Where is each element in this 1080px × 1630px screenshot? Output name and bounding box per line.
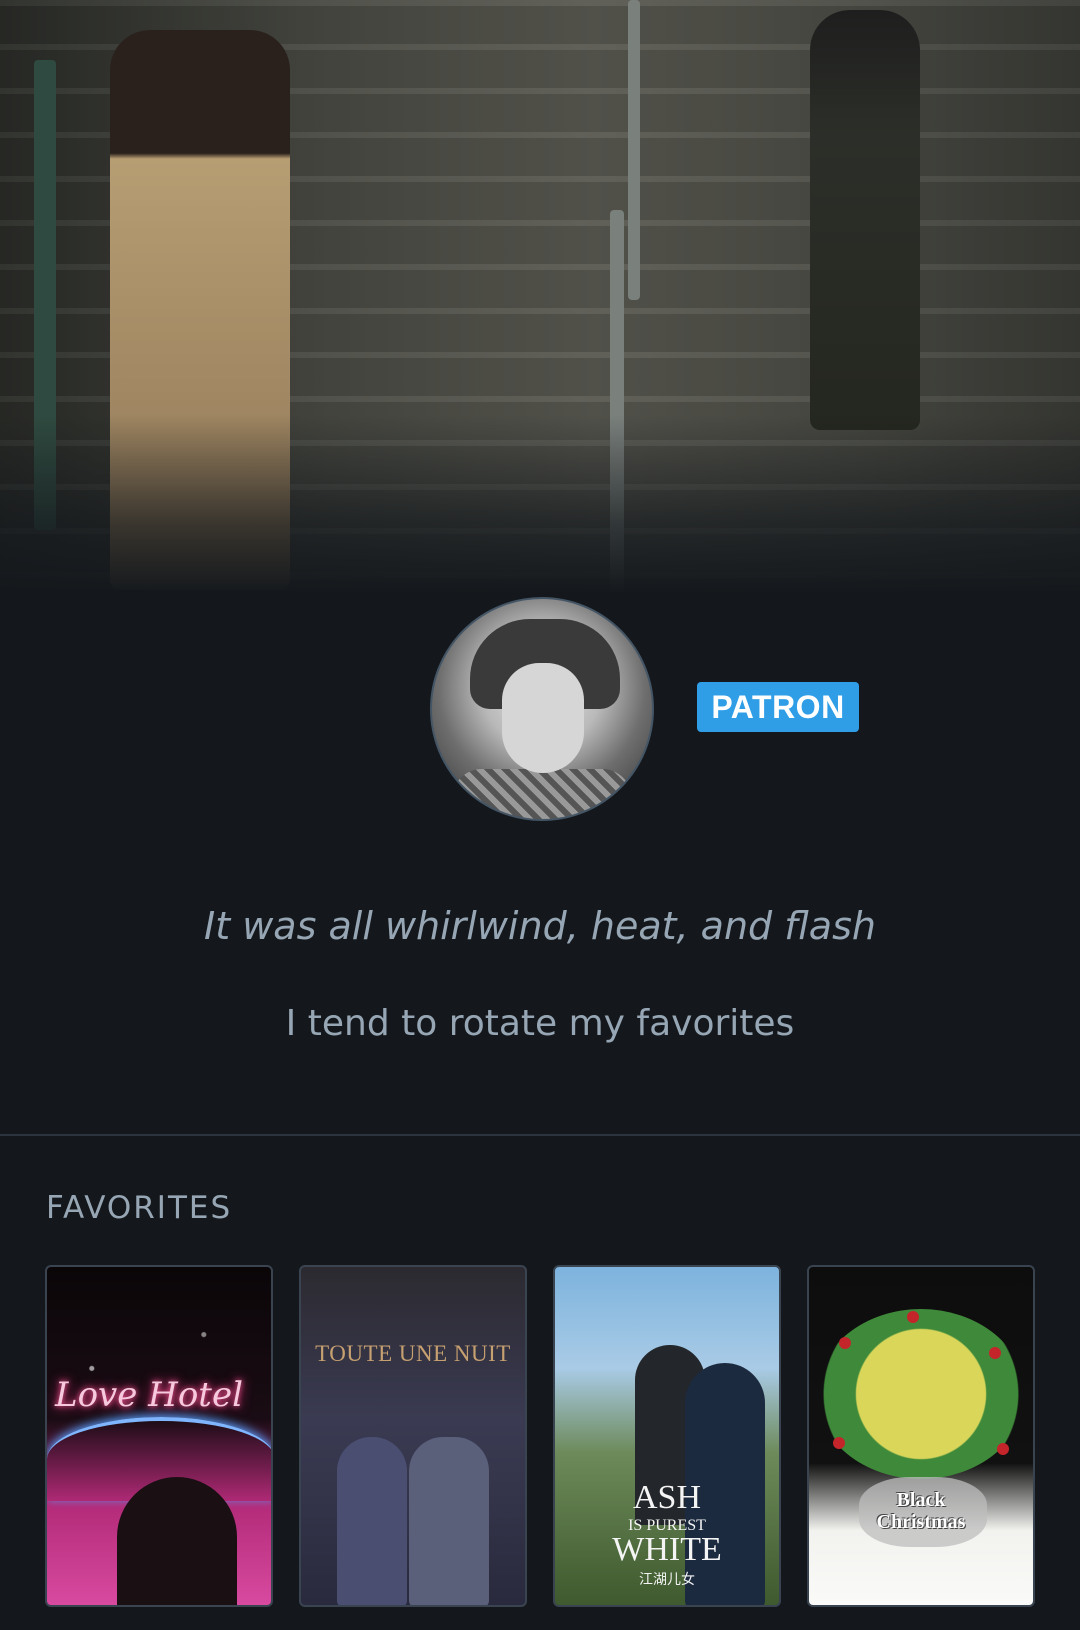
woman-on-stairs: [810, 10, 920, 430]
patron-badge: PATRON: [697, 682, 859, 732]
section-divider: [0, 1134, 1080, 1136]
favorite-poster-love-hotel[interactable]: Love Hotel: [45, 1265, 273, 1607]
woman-in-trench-coat: [110, 30, 290, 590]
poster-title-art: ASH: [632, 1479, 702, 1516]
stair-railing: [628, 0, 640, 300]
poster-title-art: Love Hotel: [55, 1375, 243, 1415]
profile-bio: I tend to rotate my favorites: [285, 1003, 795, 1044]
favorites-section-title: FAVORITES: [46, 1190, 233, 1226]
stair-railing: [34, 60, 56, 530]
poster-title-art: TOUTE UNE NUIT: [315, 1341, 511, 1366]
poster-title-art: WHITE: [612, 1531, 722, 1568]
stair-railing: [610, 210, 624, 595]
profile-avatar[interactable]: [430, 597, 654, 821]
favorite-poster-toute-une-nuit[interactable]: TOUTE UNE NUIT: [299, 1265, 527, 1607]
poster-title-art: 江湖儿女: [639, 1573, 695, 1588]
poster-title-art: Black: [896, 1489, 946, 1511]
profile-backdrop-image: [0, 0, 1080, 595]
poster-title-art: Christmas: [876, 1511, 966, 1533]
favorite-poster-ash-is-purest-white[interactable]: ASH IS PUREST WHITE 江湖儿女: [553, 1265, 781, 1607]
favorite-poster-black-christmas[interactable]: Black Christmas: [807, 1265, 1035, 1607]
profile-tagline: It was all whirlwind, heat, and flash: [204, 904, 876, 948]
